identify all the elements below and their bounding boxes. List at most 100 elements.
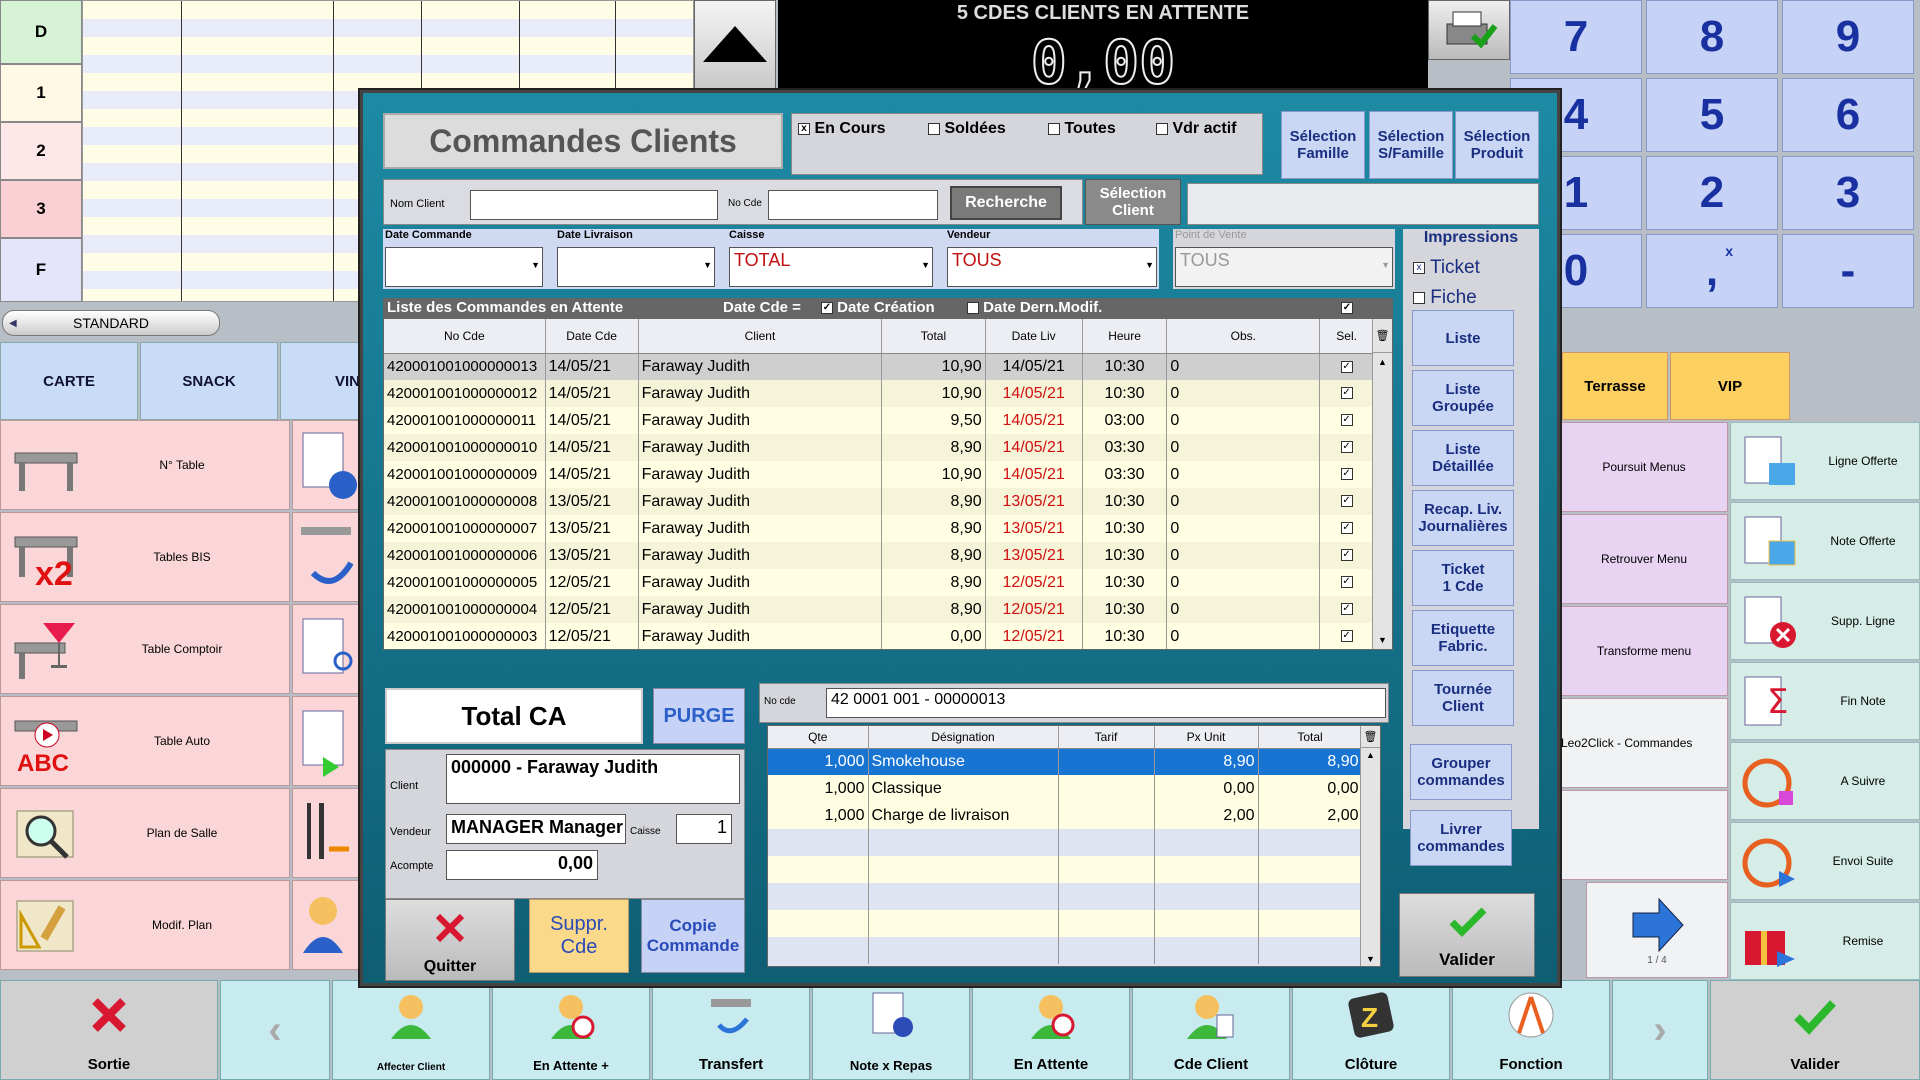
- table-row[interactable]: 420001001000000004 12/05/21 Faraway Judith…: [384, 596, 1374, 623]
- liste-button[interactable]: Liste: [1412, 310, 1514, 366]
- select-all-checkbox[interactable]: ✓: [1341, 302, 1353, 314]
- col-px-unit[interactable]: Px Unit: [1154, 726, 1259, 749]
- detail-row[interactable]: [768, 829, 1363, 856]
- col-client[interactable]: Client: [638, 319, 883, 354]
- filter-en-cours-checkbox[interactable]: x: [798, 122, 810, 135]
- date-creation-option[interactable]: ✓ Date Création: [821, 299, 935, 316]
- detail-row[interactable]: 1,000 Charge de livraison 2,00 2,00: [768, 802, 1363, 829]
- transfer-table-button[interactable]: [292, 512, 360, 602]
- suppr-cde-button[interactable]: Suppr. Cde: [529, 899, 629, 973]
- col-date-cde[interactable]: Date Cde: [545, 319, 639, 354]
- scroll-right-button[interactable]: ›: [1612, 980, 1708, 1080]
- remise-button[interactable]: Remise: [1730, 902, 1920, 980]
- detail-row[interactable]: [768, 856, 1363, 883]
- retrouver-menu-button[interactable]: Retrouver Menu: [1560, 514, 1728, 604]
- liste-groupee-button[interactable]: Liste Groupée: [1412, 370, 1514, 426]
- sortie-button[interactable]: Sortie: [0, 980, 218, 1080]
- blank-right-button[interactable]: [1560, 790, 1728, 880]
- detail-row[interactable]: [768, 883, 1363, 910]
- order-select-cell[interactable]: ✓: [1319, 515, 1374, 542]
- vendeur-select[interactable]: TOUS ▼: [947, 247, 1157, 287]
- print-ticket-checkbox[interactable]: x: [1413, 261, 1425, 274]
- grid-row-f[interactable]: F: [0, 238, 82, 302]
- col-heure[interactable]: Heure: [1082, 319, 1168, 354]
- key-7[interactable]: 7: [1510, 0, 1642, 74]
- col-obs[interactable]: Obs.: [1166, 319, 1321, 354]
- table-row[interactable]: 420001001000000010 14/05/21 Faraway Judith…: [384, 434, 1374, 461]
- nom-client-input[interactable]: [470, 190, 718, 220]
- order-select-checkbox[interactable]: ✓: [1340, 414, 1353, 427]
- fin-note-button[interactable]: Σ Fin Note: [1730, 662, 1920, 740]
- col-date-liv[interactable]: Date Liv: [985, 319, 1083, 354]
- copie-commande-button[interactable]: Copie Commande: [641, 899, 745, 973]
- ticket-1-cde-button[interactable]: Ticket 1 Cde: [1412, 550, 1514, 606]
- printer-button[interactable]: [1428, 0, 1510, 60]
- table-row[interactable]: 420001001000000008 13/05/21 Faraway Judith…: [384, 488, 1374, 515]
- split-note-button[interactable]: [292, 604, 360, 694]
- print-ticket-option[interactable]: x Ticket: [1413, 257, 1480, 279]
- category-snack[interactable]: SNACK: [140, 342, 278, 420]
- table-row[interactable]: 420001001000000003 12/05/21 Faraway Judith…: [384, 623, 1374, 649]
- col-total[interactable]: Total: [881, 319, 986, 354]
- grid-row-1[interactable]: 1: [0, 64, 82, 122]
- print-fiche-option[interactable]: Fiche: [1413, 287, 1477, 309]
- leo2click-commandes-button[interactable]: Leo2Click - Commandes: [1560, 698, 1728, 788]
- category-carte[interactable]: CARTE: [0, 342, 138, 420]
- table-number-button[interactable]: N° Table: [0, 420, 290, 510]
- table-row[interactable]: 420001001000000012 14/05/21 Faraway Judith…: [384, 380, 1374, 407]
- note-x-repas-button[interactable]: Note x Repas: [812, 980, 970, 1080]
- order-select-checkbox[interactable]: ✓: [1340, 603, 1353, 616]
- order-select-checkbox[interactable]: ✓: [1340, 549, 1353, 562]
- date-modif-checkbox[interactable]: [967, 302, 979, 315]
- key-minus[interactable]: -: [1782, 234, 1914, 308]
- room-vip[interactable]: VIP: [1670, 352, 1790, 420]
- table-row[interactable]: 420001001000000009 14/05/21 Faraway Judith…: [384, 461, 1374, 488]
- table-row[interactable]: 420001001000000005 12/05/21 Faraway Judith…: [384, 569, 1374, 596]
- selection-famille-button[interactable]: Sélection Famille: [1281, 111, 1365, 179]
- key-comma[interactable]: ,x: [1646, 234, 1778, 308]
- table-comptoir-button[interactable]: Table Comptoir: [0, 604, 290, 694]
- order-select-cell[interactable]: ✓: [1319, 353, 1374, 380]
- filter-toutes-checkbox[interactable]: [1048, 122, 1060, 135]
- order-select-cell[interactable]: ✓: [1319, 380, 1374, 407]
- en-attente-button[interactable]: En Attente: [972, 980, 1130, 1080]
- key-6[interactable]: 6: [1782, 78, 1914, 152]
- order-select-checkbox[interactable]: ✓: [1340, 387, 1353, 400]
- tournee-client-button[interactable]: Tournée Client: [1412, 670, 1514, 726]
- info-doc-button[interactable]: [292, 420, 360, 510]
- cloture-button[interactable]: Z Clôture: [1292, 980, 1450, 1080]
- filter-soldees-checkbox[interactable]: [928, 122, 940, 135]
- send-note-button[interactable]: [292, 696, 360, 786]
- date-commande-select[interactable]: ▼: [385, 247, 543, 287]
- order-select-cell[interactable]: ✓: [1319, 407, 1374, 434]
- selection-sfamille-button[interactable]: Sélection S/Famille: [1369, 111, 1453, 179]
- table-row[interactable]: 420001001000000013 14/05/21 Faraway Judith…: [384, 353, 1374, 380]
- selection-client-button[interactable]: Sélection Client: [1085, 179, 1181, 225]
- order-select-cell[interactable]: ✓: [1319, 623, 1374, 649]
- note-offerte-button[interactable]: Note Offerte: [1730, 502, 1920, 580]
- orders-scrollbar[interactable]: 🗑 ▲ ▼: [1372, 319, 1392, 649]
- order-select-checkbox[interactable]: ✓: [1340, 522, 1353, 535]
- room-terrasse[interactable]: Terrasse: [1562, 352, 1668, 420]
- filter-vdr-actif[interactable]: Vdr actif: [1156, 120, 1236, 138]
- valider-dialog-button[interactable]: Valider: [1399, 893, 1535, 977]
- cutlery-transfer-button[interactable]: [292, 788, 360, 878]
- grid-row-2[interactable]: 2: [0, 122, 82, 180]
- tables-bis-button[interactable]: x2 Tables BIS: [0, 512, 290, 602]
- order-select-checkbox[interactable]: ✓: [1340, 495, 1353, 508]
- cde-client-button[interactable]: Cde Client: [1132, 980, 1290, 1080]
- scroll-up-button[interactable]: [694, 0, 776, 92]
- order-select-checkbox[interactable]: ✓: [1340, 630, 1353, 643]
- envoi-suite-button[interactable]: Envoi Suite: [1730, 822, 1920, 900]
- a-suivre-button[interactable]: A Suivre: [1730, 742, 1920, 820]
- order-select-cell[interactable]: ✓: [1319, 461, 1374, 488]
- detail-row[interactable]: [768, 937, 1363, 964]
- transforme-menu-button[interactable]: Transforme menu: [1560, 606, 1728, 696]
- supp-ligne-button[interactable]: Supp. Ligne: [1730, 582, 1920, 660]
- col-tarif[interactable]: Tarif: [1058, 726, 1155, 749]
- grouper-commandes-button[interactable]: Grouper commandes: [1410, 744, 1512, 800]
- col-designation[interactable]: Désignation: [868, 726, 1059, 749]
- table-row[interactable]: 420001001000000006 13/05/21 Faraway Judith…: [384, 542, 1374, 569]
- liste-detaillee-button[interactable]: Liste Détaillée: [1412, 430, 1514, 486]
- valider-main-button[interactable]: Valider: [1710, 980, 1920, 1080]
